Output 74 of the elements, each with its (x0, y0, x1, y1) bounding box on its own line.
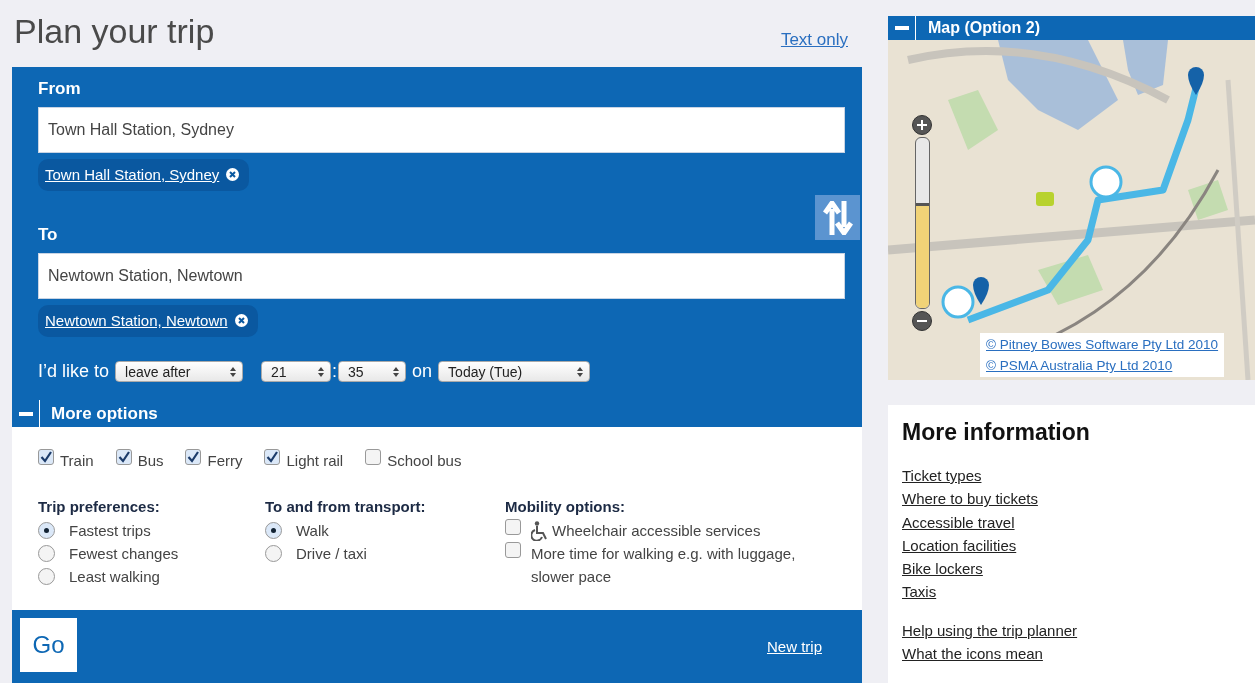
departure-select[interactable]: leave after (115, 361, 244, 382)
hour-select[interactable]: 21 (261, 361, 332, 382)
location-field[interactable]: Town Hall Station, Sydney (38, 107, 845, 153)
info-link[interactable]: Where to buy tickets (902, 487, 1038, 511)
wheelchair-icon (531, 521, 549, 541)
option-label: Ferry (207, 451, 243, 471)
group-heading: To and from transport: (265, 498, 427, 515)
location-link[interactable]: Newtown Station, Newtown (45, 312, 228, 329)
swap-button[interactable] (815, 195, 860, 240)
minus-icon (894, 26, 909, 30)
option-label: Fewest changes (69, 544, 179, 564)
minute-select[interactable]: 35 (338, 361, 407, 382)
radio-button[interactable] (38, 522, 55, 539)
checkmark-icon (187, 451, 200, 463)
info-link[interactable]: Taxis (902, 580, 937, 604)
remove-icon[interactable] (234, 314, 248, 327)
checkmark-icon (266, 451, 279, 463)
group-heading: Trip preferences: (38, 498, 161, 515)
option-label: Least walking (69, 567, 160, 587)
credit-link[interactable]: © PSMA Australia Pty Ltd 2010 (986, 358, 1219, 373)
remove-icon[interactable] (226, 168, 240, 181)
info-link[interactable]: Bike lockers (902, 557, 983, 581)
radio-button[interactable] (265, 522, 282, 539)
caret-icon (318, 366, 325, 377)
info-link[interactable]: What the icons mean (902, 642, 1043, 666)
caret-icon (393, 366, 400, 377)
option-label: Light rail (286, 451, 344, 471)
option-label: School bus (387, 451, 462, 471)
radio-button[interactable] (38, 545, 55, 562)
caret-icon (577, 366, 584, 377)
section-title: More options (51, 403, 158, 424)
info-link[interactable]: Ticket types (902, 464, 982, 488)
location-field[interactable]: Newtown Station, Newtown (38, 253, 845, 299)
minus-icon (18, 411, 33, 416)
info-link[interactable]: Help using the trip planner (902, 618, 1078, 643)
swap-arrows-icon (822, 200, 853, 235)
checkbox[interactable] (505, 542, 521, 558)
option-label: Walk (296, 521, 329, 541)
minus-icon (917, 320, 927, 322)
checkbox[interactable] (38, 449, 54, 465)
option-label: More time for walking e.g. with luggage, slower pace (531, 544, 797, 587)
group-heading: Mobility options: (505, 498, 626, 515)
checkmark-icon (40, 451, 52, 463)
new-trip-link[interactable]: New trip (767, 638, 822, 655)
option-label: Drive / taxi (296, 544, 367, 564)
checkbox[interactable] (264, 449, 281, 465)
field-label: To (38, 225, 59, 245)
day-select[interactable]: Today (Tue) (438, 361, 591, 382)
checkbox[interactable] (115, 449, 132, 465)
option-label: Fastest trips (69, 521, 151, 541)
plus-icon (917, 120, 927, 130)
option-label: Train (60, 451, 94, 471)
page-title: Plan your trip (14, 12, 215, 51)
field-label: From (38, 79, 82, 99)
go-button[interactable]: Go (20, 618, 77, 672)
text-only-link[interactable]: Text only (780, 30, 848, 50)
option-label: Wheelchair accessible services (552, 521, 761, 541)
time-separator: : (332, 361, 338, 382)
checkbox[interactable] (505, 519, 521, 535)
info-title: More information (902, 419, 1091, 446)
info-link[interactable]: Accessible travel (902, 510, 1015, 534)
prompt-text: I’d like to (38, 361, 110, 382)
radio-button[interactable] (38, 568, 55, 585)
checkmark-icon (117, 451, 130, 463)
radio-button[interactable] (265, 545, 282, 562)
map-title: Map (Option 2) (928, 19, 1040, 37)
credit-link[interactable]: © Pitney Bowes Software Pty Ltd 2010 (986, 337, 1219, 352)
checkbox[interactable] (365, 449, 382, 465)
caret-icon (230, 366, 237, 377)
checkbox[interactable] (185, 449, 202, 465)
on-text: on (412, 361, 433, 382)
info-link[interactable]: Location facilities (902, 533, 1017, 558)
location-link[interactable]: Town Hall Station, Sydney (45, 166, 220, 183)
option-label: Bus (137, 451, 164, 471)
